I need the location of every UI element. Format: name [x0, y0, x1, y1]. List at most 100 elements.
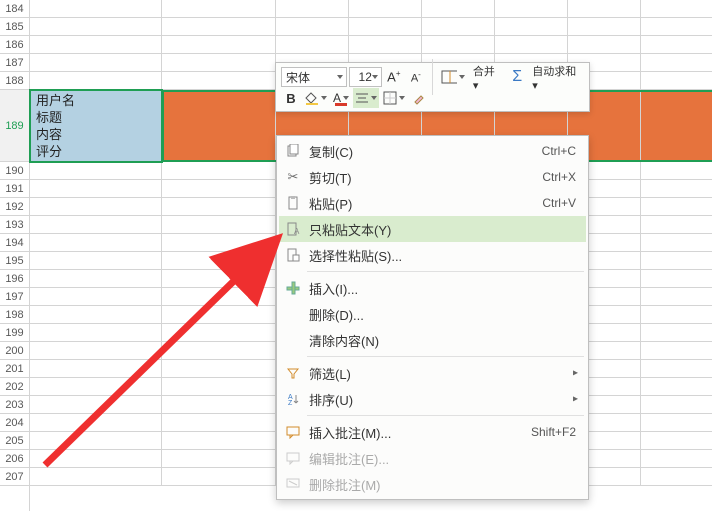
align-button[interactable] — [353, 88, 379, 108]
clear-format-icon[interactable] — [409, 88, 429, 108]
borders-button[interactable] — [381, 88, 407, 108]
cell[interactable] — [30, 288, 162, 305]
row-header[interactable]: 204 — [0, 414, 29, 432]
cell[interactable] — [276, 36, 349, 53]
cell[interactable] — [349, 18, 422, 35]
cell[interactable] — [30, 162, 162, 179]
bold-button[interactable]: B — [281, 88, 301, 108]
row-header[interactable]: 185 — [0, 18, 29, 36]
cell[interactable] — [276, 0, 349, 17]
row-header[interactable]: 207 — [0, 468, 29, 486]
cell[interactable] — [276, 18, 349, 35]
cell[interactable] — [162, 36, 276, 53]
cell[interactable] — [162, 90, 276, 161]
cell[interactable] — [30, 198, 162, 215]
cell[interactable] — [641, 378, 712, 395]
menu-clear[interactable]: 清除内容(N) — [279, 327, 586, 353]
cell[interactable] — [162, 252, 276, 269]
cell[interactable] — [641, 90, 712, 161]
cell[interactable] — [641, 360, 712, 377]
menu-cut[interactable]: ✂ 剪切(T) Ctrl+X — [279, 164, 586, 190]
row-header[interactable]: 187 — [0, 54, 29, 72]
cell[interactable] — [162, 180, 276, 197]
cell[interactable] — [641, 162, 712, 179]
row-header[interactable]: 191 — [0, 180, 29, 198]
cell[interactable] — [30, 306, 162, 323]
cell[interactable] — [641, 0, 712, 17]
cell[interactable] — [30, 0, 162, 17]
cell[interactable] — [162, 414, 276, 431]
cell[interactable] — [162, 450, 276, 467]
row-header[interactable]: 201 — [0, 360, 29, 378]
cell[interactable] — [162, 432, 276, 449]
cell[interactable] — [162, 378, 276, 395]
row-header[interactable]: 197 — [0, 288, 29, 306]
row-header[interactable]: 205 — [0, 432, 29, 450]
row-header[interactable]: 199 — [0, 324, 29, 342]
cell[interactable] — [162, 234, 276, 251]
row-header[interactable]: 206 — [0, 450, 29, 468]
cell[interactable] — [641, 252, 712, 269]
fill-color-button[interactable] — [303, 88, 329, 108]
cell[interactable] — [641, 450, 712, 467]
cell[interactable] — [162, 342, 276, 359]
cell[interactable] — [568, 0, 641, 17]
cell[interactable] — [162, 72, 276, 89]
cell[interactable] — [641, 234, 712, 251]
cell[interactable] — [30, 414, 162, 431]
cell[interactable] — [641, 414, 712, 431]
cell[interactable] — [495, 0, 568, 17]
cell[interactable] — [422, 18, 495, 35]
cell[interactable] — [641, 198, 712, 215]
row-header[interactable]: 196 — [0, 270, 29, 288]
row-header[interactable]: 193 — [0, 216, 29, 234]
cell[interactable] — [30, 270, 162, 287]
row-header[interactable]: 198 — [0, 306, 29, 324]
cell[interactable] — [568, 36, 641, 53]
font-name-select[interactable]: 宋体 — [281, 67, 347, 87]
cell[interactable] — [30, 324, 162, 341]
cell[interactable] — [30, 252, 162, 269]
cell[interactable] — [30, 450, 162, 467]
merge-cells-button[interactable] — [439, 67, 467, 87]
cell[interactable] — [30, 432, 162, 449]
cell[interactable] — [349, 36, 422, 53]
row-header[interactable]: 189 — [0, 90, 29, 162]
row-header[interactable]: 184 — [0, 0, 29, 18]
cell[interactable] — [422, 0, 495, 17]
cell[interactable] — [30, 342, 162, 359]
cell[interactable] — [641, 324, 712, 341]
cell[interactable]: 用户名标题内容评分 — [30, 90, 162, 161]
cell[interactable] — [641, 36, 712, 53]
increase-font-icon[interactable]: A+ — [384, 67, 404, 87]
cell[interactable] — [162, 360, 276, 377]
decrease-font-icon[interactable]: A- — [406, 67, 426, 87]
cell[interactable] — [162, 0, 276, 17]
cell[interactable] — [30, 360, 162, 377]
menu-sort[interactable]: AZ 排序(U) — [279, 386, 586, 412]
cell[interactable] — [641, 216, 712, 233]
menu-paste-special[interactable]: 选择性粘贴(S)... — [279, 242, 586, 268]
cell[interactable] — [162, 198, 276, 215]
cell[interactable] — [30, 180, 162, 197]
cell[interactable] — [30, 378, 162, 395]
menu-filter[interactable]: 筛选(L) — [279, 360, 586, 386]
cell[interactable] — [641, 288, 712, 305]
font-size-select[interactable]: 12 — [349, 67, 382, 87]
cell[interactable] — [162, 468, 276, 485]
row-header[interactable]: 192 — [0, 198, 29, 216]
row-header[interactable]: 195 — [0, 252, 29, 270]
menu-delete[interactable]: 删除(D)... — [279, 301, 586, 327]
cell[interactable] — [30, 396, 162, 413]
cell[interactable] — [641, 468, 712, 485]
cell[interactable] — [162, 18, 276, 35]
cell[interactable] — [162, 396, 276, 413]
cell[interactable] — [495, 36, 568, 53]
cell[interactable] — [162, 324, 276, 341]
menu-copy[interactable]: 复制(C) Ctrl+C — [279, 138, 586, 164]
cell[interactable] — [568, 18, 641, 35]
menu-insert[interactable]: 插入(I)... — [279, 275, 586, 301]
row-header[interactable]: 186 — [0, 36, 29, 54]
cell[interactable] — [162, 162, 276, 179]
cell[interactable] — [641, 18, 712, 35]
